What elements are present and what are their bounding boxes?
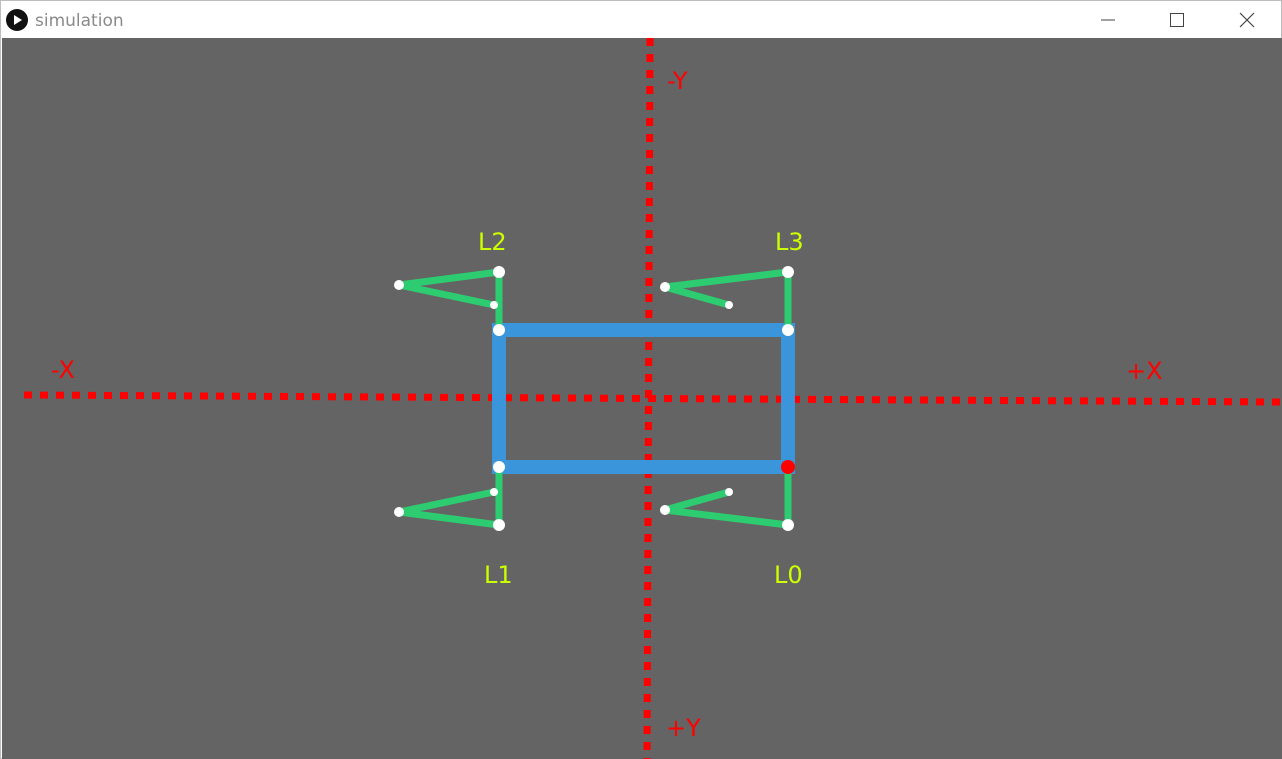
minimize-icon — [1101, 19, 1115, 21]
joint — [660, 505, 670, 515]
joint — [490, 488, 498, 496]
joint — [782, 266, 794, 278]
leg-L3 — [661, 268, 792, 334]
joint — [725, 301, 733, 309]
leg-L2 — [395, 268, 503, 334]
minimize-button[interactable] — [1085, 1, 1131, 38]
title-bar[interactable]: simulation — [1, 1, 1281, 38]
axis-label-pos-x: +X — [1126, 357, 1163, 385]
window-title: simulation — [35, 11, 124, 31]
joint — [493, 266, 505, 278]
close-icon — [1239, 12, 1255, 28]
leg-label-L3: L3 — [775, 228, 804, 256]
joint — [394, 280, 404, 290]
joint — [782, 324, 794, 336]
simulation-canvas[interactable]: -X +X -Y +Y L2 L3 L1 L0 — [2, 38, 1282, 759]
leg-label-L1: L1 — [484, 561, 513, 589]
close-button[interactable] — [1224, 1, 1270, 38]
joint — [660, 282, 670, 292]
joint — [782, 519, 794, 531]
simulation-window: simulation -X +X -Y +Y L2 L3 L1 L0 — [0, 0, 1282, 759]
joint — [725, 488, 733, 496]
maximize-button[interactable] — [1154, 1, 1200, 38]
joint — [493, 519, 505, 531]
joint — [490, 301, 498, 309]
app-play-icon — [6, 9, 28, 31]
leg-L0 — [661, 463, 792, 529]
axis-label-neg-y: -Y — [667, 67, 688, 95]
axis-label-pos-y: +Y — [666, 714, 701, 742]
axis-label-neg-x: -X — [51, 356, 75, 384]
leg-L1 — [395, 463, 503, 529]
maximize-icon — [1170, 13, 1184, 27]
x-axis — [23, 391, 1282, 406]
simulation-drawing: -X +X -Y +Y L2 L3 L1 L0 — [23, 38, 1282, 759]
joint — [493, 461, 505, 473]
joint — [394, 507, 404, 517]
leg-label-L0: L0 — [774, 561, 803, 589]
highlighted-joint — [781, 460, 795, 474]
leg-label-L2: L2 — [478, 228, 507, 256]
joint — [493, 324, 505, 336]
